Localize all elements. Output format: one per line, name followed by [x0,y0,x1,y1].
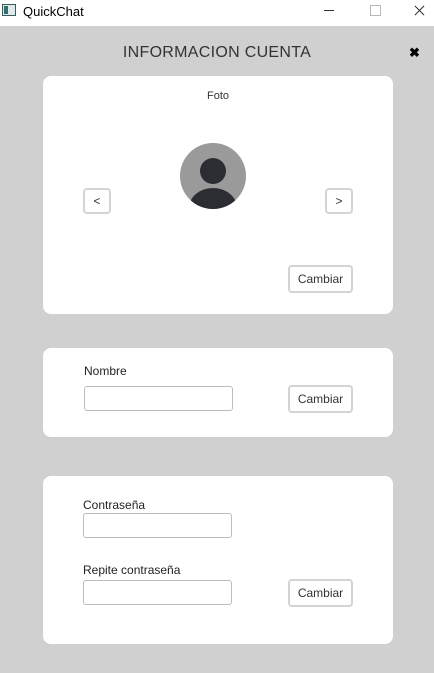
user-avatar-icon [180,143,246,209]
window-title: QuickChat [23,4,84,19]
close-icon[interactable]: ✖ [409,45,420,61]
change-password-button[interactable]: Cambiar [288,579,353,607]
name-card: Nombre Cambiar [43,348,393,437]
app-window-icon [2,4,16,16]
repeat-password-input[interactable] [83,580,232,605]
window-close-button[interactable] [398,0,434,26]
page-title: INFORMACION CUENTA [122,44,312,61]
name-input[interactable] [84,386,233,411]
change-photo-button[interactable]: Cambiar [288,265,353,293]
password-card: Contraseña Repite contraseña Cambiar [43,476,393,644]
password-input[interactable] [83,513,232,538]
password-label: Contraseña [83,498,146,512]
change-name-button[interactable]: Cambiar [288,385,353,413]
photo-label: Foto [206,90,229,102]
previous-photo-button[interactable]: < [83,188,111,214]
photo-card: Foto < > Cambiar [43,76,393,314]
next-photo-button[interactable]: > [325,188,353,214]
maximize-button[interactable] [352,0,398,26]
avatar-body [189,188,237,209]
window-titlebar: QuickChat [0,0,434,26]
name-label: Nombre [84,364,127,378]
repeat-password-label: Repite contraseña [83,563,181,577]
minimize-button[interactable] [306,0,352,26]
avatar-head [200,158,226,184]
